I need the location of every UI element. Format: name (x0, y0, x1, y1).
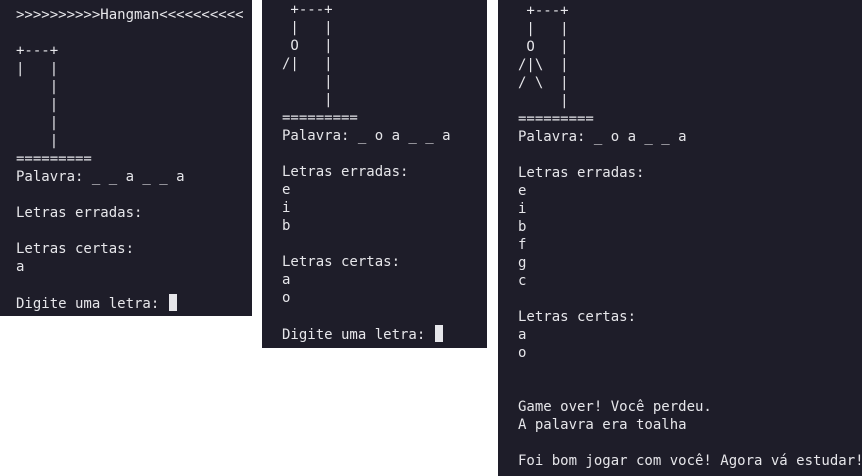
terminal-line: Letras erradas: (282, 164, 409, 180)
terminal-line: / \ | (518, 75, 569, 91)
terminal-window-1: >>>>>>>>>>Hangman<<<<<<<<<< +---+ | | | | … (0, 0, 252, 316)
terminal-line: | | (16, 61, 59, 77)
terminal-line: | (16, 115, 59, 131)
terminal-line: a (16, 259, 25, 275)
terminal-output: >>>>>>>>>>Hangman<<<<<<<<<< +---+ | | | | … (16, 6, 244, 312)
terminal-line: | | (282, 20, 333, 36)
terminal-line: +---+ (16, 43, 59, 59)
terminal-line: Palavra: _ _ a _ _ a (16, 169, 185, 185)
terminal-line: >>>>>>>>>>Hangman<<<<<<<<<< (16, 7, 244, 23)
terminal-line: /| | (282, 56, 333, 72)
terminal-line: Game over! Você perdeu. (518, 399, 712, 415)
terminal-window-2: +---+ | | O | /| | | | ========= Palavra: _… (262, 0, 487, 348)
terminal-line: Letras certas: (16, 241, 135, 257)
terminal-line: O | (518, 39, 569, 55)
terminal-line: c (518, 273, 527, 289)
terminal-line: | (16, 79, 59, 95)
terminal-line: e (518, 183, 527, 199)
terminal-line: b (518, 219, 527, 235)
terminal-line: O | (282, 38, 333, 54)
terminal-line: Digite uma letra: (16, 294, 244, 312)
terminal-line: | (518, 93, 569, 109)
terminal-line: b (282, 218, 291, 234)
terminal-line: | (282, 92, 333, 108)
terminal-line: i (282, 200, 291, 216)
terminal-line: ========= (16, 151, 92, 167)
terminal-window-3: +---+ | | O | /|\ | / \ | | ========= Palavr… (498, 0, 862, 476)
terminal-line: Letras certas: (518, 309, 637, 325)
terminal-line: ========= (518, 111, 594, 127)
terminal-line: | (282, 74, 333, 90)
terminal-output: +---+ | | O | /| | | | ========= Palavra: _… (282, 1, 451, 343)
terminal-line: Foi bom jogar com você! Agora vá estudar… (518, 453, 862, 469)
text-cursor[interactable] (434, 325, 443, 342)
terminal-line: A palavra era toalha (518, 417, 687, 433)
terminal-line: e (282, 182, 291, 198)
terminal-line: Palavra: _ o a _ _ a (518, 129, 687, 145)
terminal-line: Letras erradas: (16, 205, 143, 221)
terminal-line: i (518, 201, 527, 217)
terminal-line: Letras certas: (282, 254, 401, 270)
text-cursor[interactable] (168, 294, 177, 311)
terminal-line: o (282, 290, 291, 306)
terminal-line: f (518, 237, 527, 253)
terminal-line: Digite uma letra: (282, 325, 451, 343)
terminal-line: Letras erradas: (518, 165, 645, 181)
terminal-line: | (16, 133, 59, 149)
terminal-line: Palavra: _ o a _ _ a (282, 128, 451, 144)
terminal-line: +---+ (282, 2, 333, 18)
terminal-line: g (518, 255, 527, 271)
terminal-line: a (282, 272, 291, 288)
terminal-line: | | (518, 21, 569, 37)
terminal-line: a (518, 327, 527, 343)
terminal-output: +---+ | | O | /|\ | / \ | | ========= Palavr… (518, 2, 862, 470)
terminal-line: o (518, 345, 527, 361)
terminal-line: +---+ (518, 3, 569, 19)
terminal-line: /|\ | (518, 57, 569, 73)
terminal-line: ========= (282, 110, 358, 126)
terminal-line: | (16, 97, 59, 113)
